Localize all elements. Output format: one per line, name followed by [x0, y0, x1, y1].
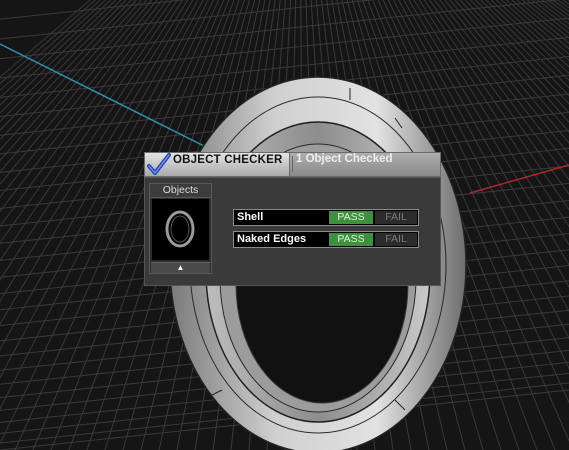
object-thumbnail[interactable] [152, 199, 209, 260]
check-label: Shell [237, 211, 264, 223]
checked-status: 1 Object Checked [296, 153, 393, 165]
check-label: Naked Edges [237, 233, 307, 245]
panel-body: Objects ▲ Shell PASS FAIL Naked Edges PA… [144, 177, 441, 286]
check-row-naked-edges: Naked Edges PASS FAIL [233, 231, 419, 248]
title-separator [292, 156, 293, 172]
object-checker-panel: OBJECT CHECKER 1 Object Checked x Object… [144, 152, 441, 286]
pass-indicator: PASS [329, 233, 373, 246]
fail-indicator: FAIL [375, 211, 417, 224]
fail-indicator: FAIL [375, 233, 417, 246]
check-row-shell: Shell PASS FAIL [233, 209, 419, 226]
objects-list[interactable]: Objects ▲ [149, 183, 212, 274]
pass-indicator: PASS [329, 211, 373, 224]
scroll-up-button[interactable]: ▲ [151, 262, 210, 273]
title-section: OBJECT CHECKER [144, 152, 290, 177]
checkmark-icon [147, 153, 171, 175]
arrow-up-icon: ▲ [176, 263, 185, 272]
title-bar[interactable]: OBJECT CHECKER 1 Object Checked x [144, 152, 441, 177]
status-section: 1 Object Checked x [290, 152, 441, 177]
window-title: OBJECT CHECKER [173, 154, 283, 166]
objects-header: Objects [150, 184, 211, 198]
